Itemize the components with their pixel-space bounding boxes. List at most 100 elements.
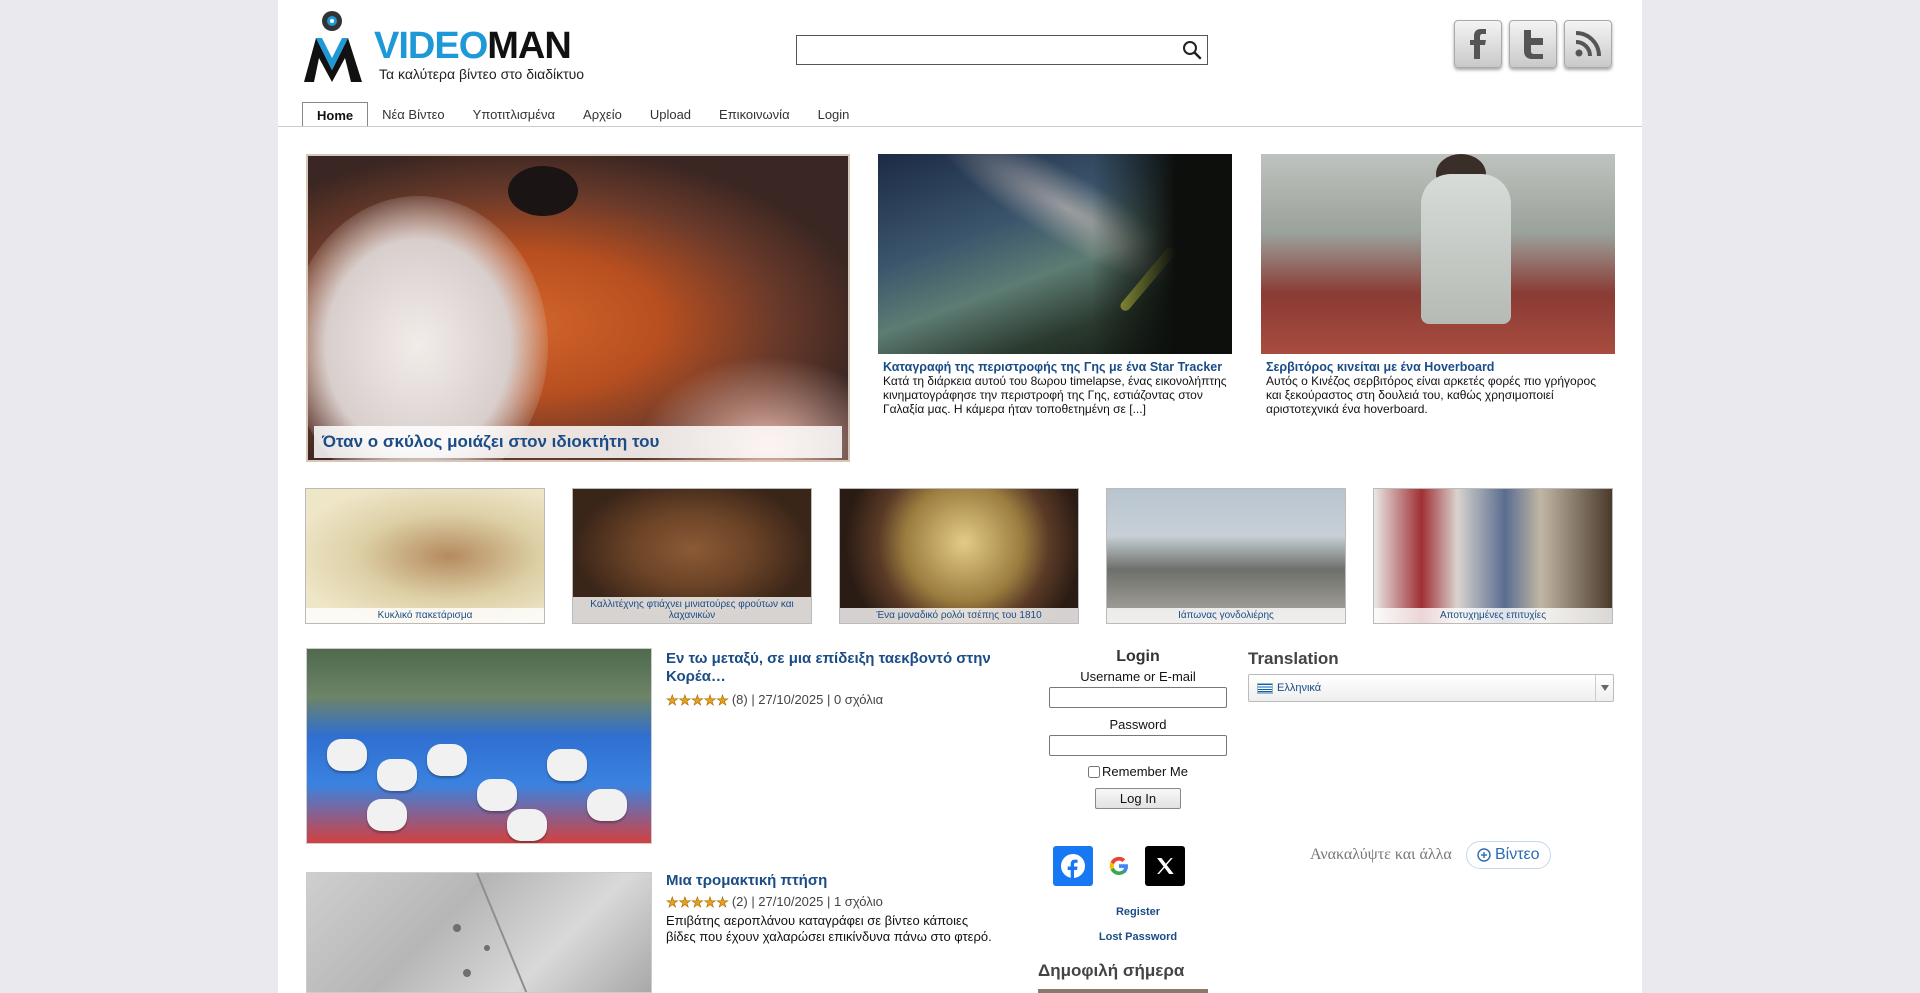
post-entry: Εν τω μεταξύ, σε μια επίδειξη ταεκβοντό …: [666, 650, 996, 707]
rating-stars[interactable]: ★ ★ ★ ★ ★: [666, 893, 729, 910]
post-thumbnail[interactable]: [306, 872, 652, 993]
video-thumb-title[interactable]: Καλλιτέχνης φτιάχνει μινιατούρες φρούτων…: [573, 597, 811, 623]
post-thumbnail[interactable]: [306, 648, 652, 844]
google-login-button[interactable]: [1099, 846, 1139, 886]
video-thumb-title[interactable]: Ιάπωνας γονδολιέρης: [1107, 608, 1345, 623]
nav-login[interactable]: Login: [804, 102, 864, 126]
post-title[interactable]: Εν τω μεταξύ, σε μια επίδειξη ταεκβοντό …: [666, 650, 996, 686]
greek-flag-icon: [1257, 683, 1273, 694]
video-thumb-title[interactable]: Αποτυχημένες επιτυχίες: [1374, 608, 1612, 623]
featured-title[interactable]: Σερβιτόρος κινείται με ένα Hoverboard: [1261, 354, 1615, 374]
nav-upload[interactable]: Upload: [636, 102, 705, 126]
login-submit-button[interactable]: Log In: [1095, 788, 1181, 809]
star-icon: ★: [703, 691, 717, 708]
featured-thumbnail[interactable]: [1261, 154, 1615, 354]
twitter-button[interactable]: [1509, 20, 1557, 68]
site-tagline: Τα καλύτερα βίντεο στο διαδίκτυο: [379, 66, 585, 82]
discover-button-label: Βίντεο: [1495, 846, 1540, 863]
chevron-down-icon[interactable]: [1595, 675, 1613, 701]
nav-divider: [278, 126, 1642, 127]
nav-new-videos[interactable]: Νέα Βίντεο: [368, 102, 459, 126]
post-title[interactable]: Μια τρομακτική πτήση: [666, 872, 996, 890]
logo-word-man: MAN: [487, 25, 572, 67]
star-icon: ★: [691, 893, 704, 910]
popular-today-title: Δημοφιλή σήμερα: [1038, 961, 1185, 980]
search-box[interactable]: [796, 35, 1208, 65]
rss-button[interactable]: [1564, 20, 1612, 68]
remember-label: Remember Me: [1102, 764, 1188, 779]
nav-subtitled[interactable]: Υποτιτλισμένα: [459, 102, 569, 126]
nav-archive[interactable]: Αρχείο: [569, 102, 636, 126]
post-meta-text: (2) | 27/10/2025 | 1 σχόλιο: [731, 894, 883, 909]
featured-card: Καταγραφή της περιστροφής της Γης με ένα…: [878, 154, 1232, 416]
logo-wordmark: VIDEOMAN: [374, 25, 572, 67]
x-login-button[interactable]: [1145, 846, 1185, 886]
lost-password-link[interactable]: Lost Password: [1038, 931, 1238, 943]
nav-home[interactable]: Home: [302, 102, 369, 126]
remember-checkbox[interactable]: [1088, 765, 1101, 778]
main-nav: Home Νέα Βίντεο Υποτιτλισμένα Αρχείο Upl…: [302, 102, 863, 126]
popular-today-thumb[interactable]: [1038, 989, 1208, 993]
username-input[interactable]: [1049, 687, 1227, 708]
login-title: Login: [1116, 648, 1160, 665]
discover-text: Ανακαλύψτε και άλλα: [1310, 846, 1452, 863]
x-icon: [1157, 858, 1174, 874]
rss-icon: [1575, 31, 1601, 57]
register-link[interactable]: Register: [1038, 906, 1238, 918]
video-thumb[interactable]: Ιάπωνας γονδολιέρης: [1106, 488, 1346, 624]
star-icon: ★: [703, 893, 717, 910]
post-description: Επιβάτης αεροπλάνου καταγράφει σε βίντεο…: [666, 913, 992, 944]
featured-image-waiter: [1421, 174, 1511, 324]
language-select-value: Ελληνικά: [1277, 682, 1322, 694]
post-image-figure: [477, 779, 517, 811]
video-thumb[interactable]: Ένα μοναδικό ρολόι τσέπης του 1810: [839, 488, 1079, 624]
hero-image-dog-nose: [508, 166, 578, 216]
hero-video[interactable]: Όταν ο σκύλος μοιάζει στον ιδιοκτήτη του: [306, 154, 850, 462]
logo-m-icon: [304, 11, 362, 82]
plus-circle-icon: [1477, 848, 1491, 862]
site-logo[interactable]: VIDEOMAN Τα καλύτερα βίντεο στο διαδίκτυ…: [302, 10, 602, 84]
featured-title[interactable]: Καταγραφή της περιστροφής της Γης με ένα…: [878, 354, 1232, 374]
facebook-icon: [1470, 29, 1486, 59]
language-select[interactable]: Ελληνικά: [1248, 674, 1614, 702]
star-icon: ★: [666, 893, 679, 910]
post-image-figure: [547, 749, 587, 781]
hero-title[interactable]: Όταν ο σκύλος μοιάζει στον ιδιοκτήτη του: [314, 426, 842, 458]
post-image-figure: [367, 799, 407, 831]
username-label: Username or E-mail: [1080, 669, 1196, 684]
video-thumb[interactable]: Καλλιτέχνης φτιάχνει μινιατούρες φρούτων…: [572, 488, 812, 624]
post-image-figure: [587, 789, 627, 821]
search-icon[interactable]: [1182, 40, 1202, 60]
post-image-figure: [377, 759, 417, 791]
star-icon: ★: [678, 691, 692, 708]
post-image-figure: [507, 809, 547, 841]
password-label: Password: [1109, 717, 1167, 732]
search-input[interactable]: [801, 39, 1171, 61]
facebook-button[interactable]: [1454, 20, 1502, 68]
page-container: VIDEOMAN Τα καλύτερα βίντεο στο διαδίκτυ…: [278, 0, 1642, 993]
google-icon: [1109, 856, 1128, 875]
remember-row: Remember Me: [1038, 764, 1238, 779]
star-icon: ★: [666, 691, 679, 708]
login-widget: Login Username or E-mail Password Rememb…: [1038, 648, 1238, 809]
video-thumb-title[interactable]: Ένα μοναδικό ρολόι τσέπης του 1810: [840, 608, 1078, 623]
twitter-icon: [1524, 30, 1543, 59]
featured-thumbnail[interactable]: [878, 154, 1232, 354]
video-thumb-title[interactable]: Κυκλικό πακετάρισμα: [306, 608, 544, 623]
password-input[interactable]: [1049, 735, 1227, 756]
facebook-icon: [1061, 854, 1085, 879]
star-icon: ★: [678, 893, 692, 910]
featured-card: Σερβιτόρος κινείται με ένα Hoverboard Αυ…: [1261, 154, 1615, 416]
video-thumb[interactable]: Κυκλικό πακετάρισμα: [305, 488, 545, 624]
post-image-figure: [327, 739, 367, 771]
post-image-figure: [427, 744, 467, 776]
post-entry: Μια τρομακτική πτήση ★ ★ ★ ★ ★ (2) | 27/10/2…: [666, 872, 996, 945]
featured-image-cliff: [1092, 154, 1232, 354]
facebook-login-button[interactable]: [1053, 846, 1093, 886]
rating-stars[interactable]: ★ ★ ★ ★ ★: [666, 691, 729, 708]
video-thumb[interactable]: Αποτυχημένες επιτυχίες: [1373, 488, 1613, 624]
discover-videos-button[interactable]: Βίντεο: [1466, 841, 1551, 869]
featured-description: Κατά τη διάρκεια αυτού του 8ωρου timelap…: [883, 374, 1227, 416]
post-image-wing: [453, 873, 528, 992]
nav-contact[interactable]: Επικοινωνία: [705, 102, 804, 126]
